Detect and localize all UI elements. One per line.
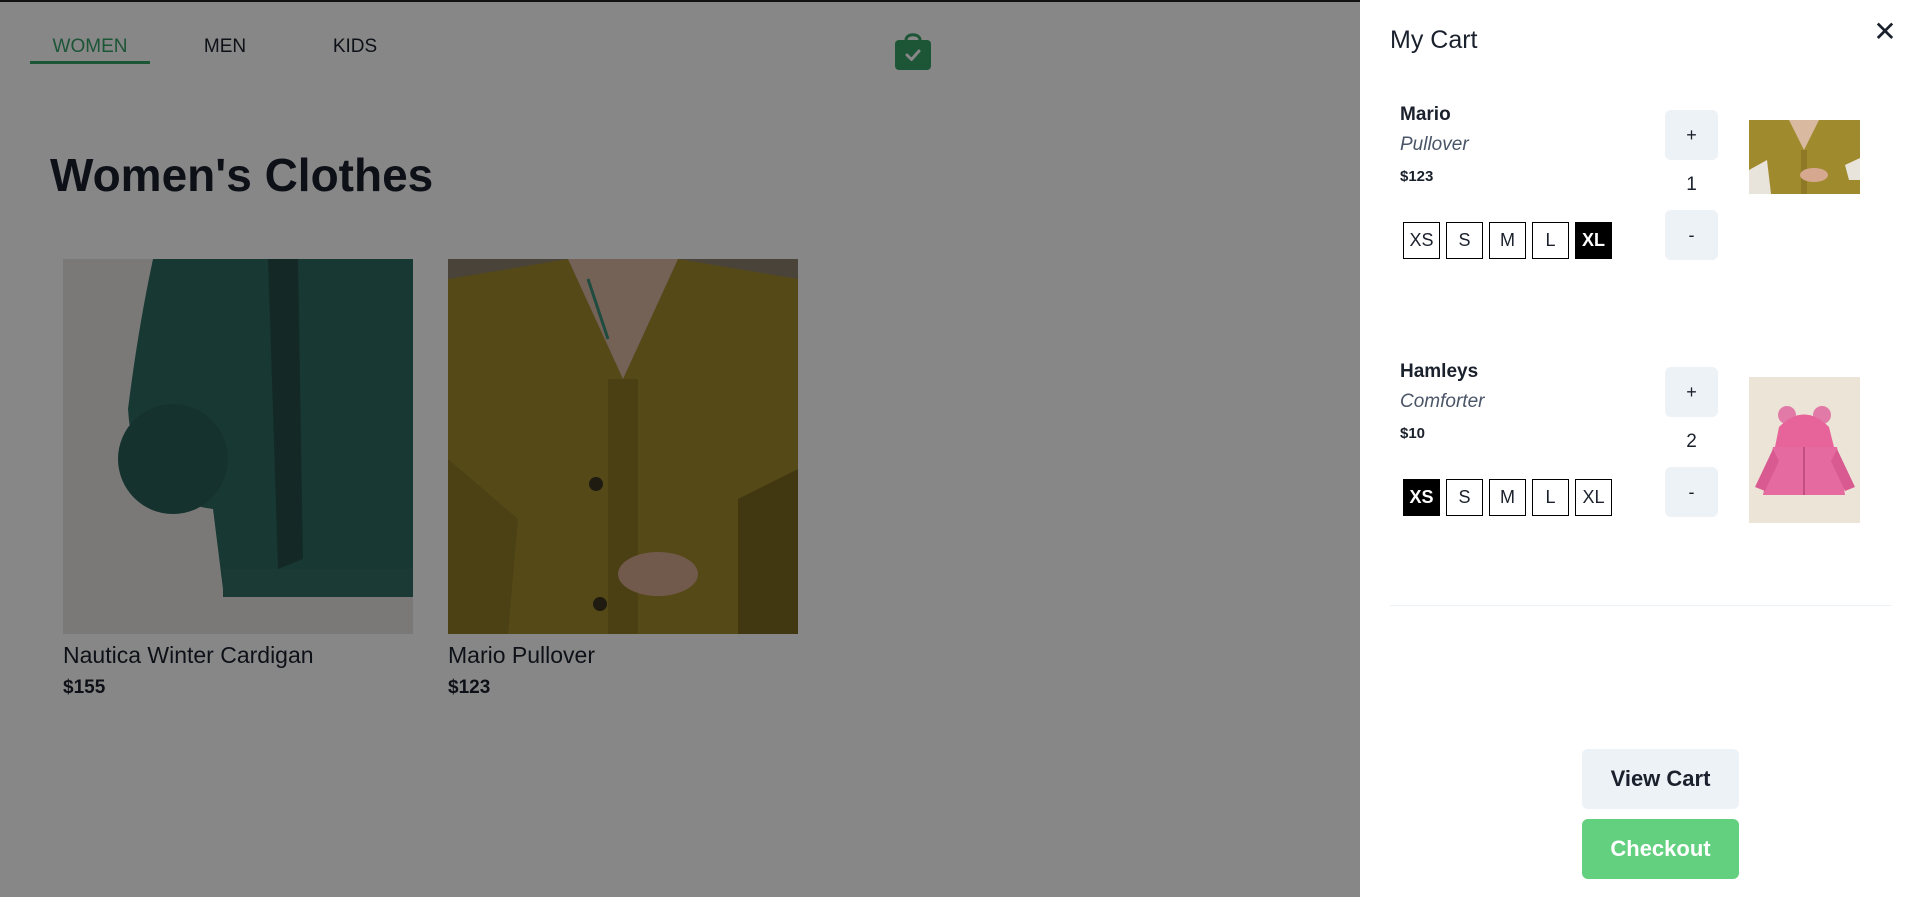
cart-item-brand: Mario [1400, 104, 1451, 125]
quantity-value: 2 [1686, 431, 1697, 452]
size-selector: XS S M L XL [1403, 222, 1618, 259]
decrease-quantity-button[interactable]: - [1665, 210, 1718, 260]
cart-item: Mario Pullover $123 XS S M L XL + 1 - [1400, 104, 1870, 304]
cart-drawer: My Cart ✕ Mario Pullover $123 XS S M L X… [1360, 0, 1917, 897]
cart-item-thumbnail [1749, 377, 1860, 523]
cart-item: Hamleys Comforter $10 XS S M L XL + 2 - [1400, 361, 1870, 561]
view-cart-button[interactable]: View Cart [1582, 749, 1739, 809]
cart-item-price: $123 [1400, 168, 1434, 185]
cart-item-name: Pullover [1400, 134, 1469, 155]
size-option-xs[interactable]: XS [1403, 222, 1440, 259]
size-option-m[interactable]: M [1489, 479, 1526, 516]
increase-quantity-button[interactable]: + [1665, 367, 1718, 417]
modal-backdrop[interactable] [0, 0, 1360, 897]
size-option-l[interactable]: L [1532, 222, 1569, 259]
size-option-xl[interactable]: XL [1575, 222, 1612, 259]
cart-divider [1390, 605, 1892, 606]
cart-item-thumbnail [1749, 120, 1860, 194]
cart-title: My Cart [1390, 26, 1478, 54]
checkout-button[interactable]: Checkout [1582, 819, 1739, 879]
size-selector: XS S M L XL [1403, 479, 1618, 516]
size-option-s[interactable]: S [1446, 222, 1483, 259]
quantity-value: 1 [1686, 174, 1697, 195]
size-option-xl[interactable]: XL [1575, 479, 1612, 516]
size-option-m[interactable]: M [1489, 222, 1526, 259]
cart-item-brand: Hamleys [1400, 361, 1479, 382]
close-icon[interactable]: ✕ [1873, 18, 1897, 46]
increase-quantity-button[interactable]: + [1665, 110, 1718, 160]
cart-item-name: Comforter [1400, 391, 1485, 412]
decrease-quantity-button[interactable]: - [1665, 467, 1718, 517]
size-option-s[interactable]: S [1446, 479, 1483, 516]
size-option-xs[interactable]: XS [1403, 479, 1440, 516]
size-option-l[interactable]: L [1532, 479, 1569, 516]
cart-item-price: $10 [1400, 425, 1426, 442]
